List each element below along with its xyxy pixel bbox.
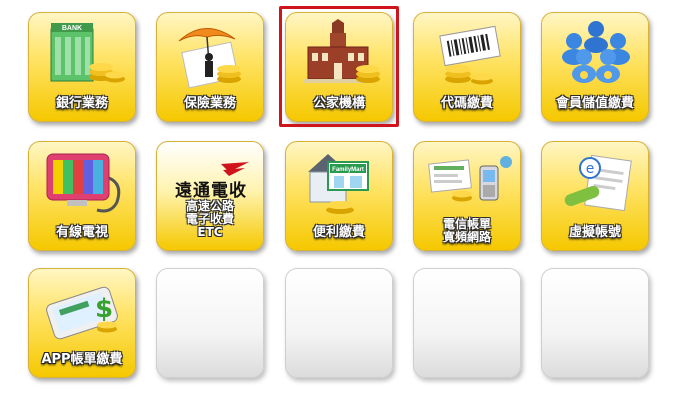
tile-label: 有線電視 — [55, 225, 108, 240]
tile-label: 保險業務 — [183, 96, 236, 111]
tile-cable-tv[interactable]: 有線電視 — [28, 141, 136, 251]
svg-text:e: e — [586, 161, 595, 177]
svg-text:BANK: BANK — [62, 25, 82, 32]
tile-etc-highway[interactable]: 遠通電收 高速公路 電子收費 ETC — [156, 141, 264, 251]
member-stored-value-icon — [562, 21, 630, 83]
tile-label: 便利繳費 — [312, 225, 365, 240]
tile-bank-business[interactable]: BANK 銀行業務 — [28, 12, 136, 122]
etc-logo-icon: 遠通電收 — [163, 162, 259, 202]
tile-empty — [285, 268, 393, 378]
svg-text:FamilyMart: FamilyMart — [332, 167, 364, 173]
virtual-account-icon: e — [564, 154, 632, 212]
telecom-bill-icon — [428, 156, 512, 202]
selected-tile-highlight — [279, 6, 399, 127]
tile-telecom-broadband[interactable]: 電信帳單 寬頻網路 — [413, 141, 521, 251]
app-bill-payment-icon: $ — [46, 286, 118, 340]
tile-empty — [156, 268, 264, 378]
tile-code-payment[interactable]: 代碼繳費 — [413, 12, 521, 122]
tile-label: 虛擬帳號 — [568, 225, 621, 240]
tile-convenience-payment[interactable]: FamilyMart 便利繳費 — [285, 141, 393, 251]
payment-category-grid: BANK 銀行業務 保險業務 公家機構 代碼繳費 會員儲值繳費 有線電視 遠通電… — [0, 0, 684, 405]
cable-tv-icon — [46, 153, 121, 213]
svg-text:$: $ — [95, 294, 113, 324]
tile-label: 銀行業務 — [55, 96, 108, 111]
tile-label: 會員儲值繳費 — [555, 96, 634, 111]
tile-label: 高速公路 電子收費 ETC — [185, 199, 234, 239]
tile-label: 電信帳單 寬頻網路 — [442, 217, 491, 244]
insurance-umbrella-icon — [178, 28, 241, 89]
tile-label: 代碼繳費 — [440, 96, 493, 111]
tile-virtual-account[interactable]: e 虛擬帳號 — [541, 141, 649, 251]
tile-member-stored-value[interactable]: 會員儲值繳費 — [541, 12, 649, 122]
convenience-store-icon: FamilyMart — [308, 154, 369, 214]
tile-label: APP帳單繳費 — [41, 352, 123, 367]
tile-empty — [541, 268, 649, 378]
barcode-payment-icon — [439, 25, 501, 85]
etc-brand-name: 遠通電收 — [175, 181, 247, 201]
tile-app-bill-payment[interactable]: $ APP帳單繳費 — [28, 268, 136, 378]
bank-icon: BANK — [50, 23, 125, 83]
tile-empty — [413, 268, 521, 378]
tile-insurance-business[interactable]: 保險業務 — [156, 12, 264, 122]
